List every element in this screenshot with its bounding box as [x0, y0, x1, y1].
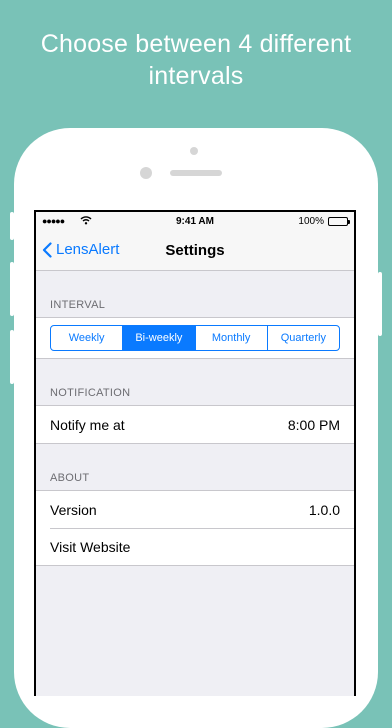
visit-website-row[interactable]: Visit Website	[36, 528, 354, 565]
navigation-bar: LensAlert Settings	[36, 232, 354, 271]
promo-headline-line2: intervals	[148, 62, 244, 90]
battery-icon	[328, 217, 350, 226]
front-camera	[190, 147, 198, 155]
status-bar: ●●●●● 9:41 AM 100%	[36, 212, 354, 232]
about-group: Version 1.0.0 Visit Website	[36, 490, 354, 566]
proximity-sensor	[140, 167, 152, 179]
version-label: Version	[50, 501, 97, 518]
settings-screen: ●●●●● 9:41 AM 100% LensAlert Settings IN…	[36, 212, 354, 696]
visit-website-label: Visit Website	[50, 538, 131, 555]
earpiece-speaker	[170, 170, 222, 176]
page-title: Settings	[165, 242, 225, 259]
interval-group: Weekly Bi-weekly Monthly Quarterly	[36, 317, 354, 359]
battery-status: 100%	[298, 216, 350, 227]
notify-time-row[interactable]: Notify me at 8:00 PM	[36, 406, 354, 443]
phone-screen: ●●●●● 9:41 AM 100% LensAlert Settings IN…	[34, 210, 356, 696]
promo-headline-line1: Choose between 4 different	[40, 30, 352, 58]
interval-option-weekly[interactable]: Weekly	[51, 326, 122, 350]
version-value: 1.0.0	[308, 501, 340, 518]
version-row: Version 1.0.0	[36, 491, 354, 528]
interval-segmented-control: Weekly Bi-weekly Monthly Quarterly	[50, 325, 340, 351]
interval-row: Weekly Bi-weekly Monthly Quarterly	[36, 318, 354, 358]
notify-time-value: 8:00 PM	[287, 416, 340, 433]
interval-option-monthly[interactable]: Monthly	[194, 326, 267, 350]
section-header-about: ABOUT	[50, 472, 90, 484]
section-header-notification: NOTIFICATION	[50, 387, 131, 399]
phone-power-button	[378, 272, 382, 336]
battery-percentage: 100%	[298, 216, 324, 227]
interval-option-quarterly[interactable]: Quarterly	[266, 326, 339, 350]
section-header-interval: INTERVAL	[50, 299, 106, 311]
notification-group: Notify me at 8:00 PM	[36, 405, 354, 444]
interval-option-bi-weekly[interactable]: Bi-weekly	[122, 326, 195, 350]
notify-time-label: Notify me at	[50, 416, 125, 433]
promo-headline: Choose between 4 different intervals	[0, 28, 392, 92]
